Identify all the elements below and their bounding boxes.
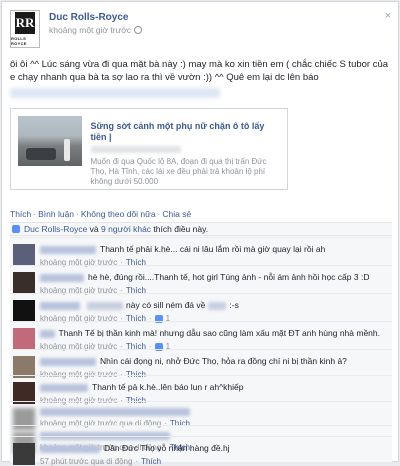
news-feed-story: × RR ROLLS ROYCE Duc Rolls-Royce khoảng …	[1, 1, 399, 466]
person-shape	[63, 139, 70, 161]
globe-icon	[134, 26, 143, 34]
redacted-comment	[40, 408, 190, 416]
comment: Thanh Tế bị thần kinh mà! nhưng dẫu sao …	[10, 321, 392, 351]
comment: Thanh tế phải k.hè... cái ni lâu lắm rồi…	[10, 237, 392, 267]
redacted-name[interactable]	[40, 383, 88, 392]
commenter-avatar[interactable]	[13, 443, 35, 465]
comment: Dân Đức Thọ vỗ nhận hàng đề.hj 57 phút t…	[10, 436, 392, 466]
comment-action[interactable]: Bình luận	[38, 209, 74, 219]
likes-author[interactable]: Duc Rolls-Royce	[24, 224, 87, 234]
logo-monogram: RR	[15, 12, 35, 34]
redacted-name[interactable]	[40, 301, 80, 310]
share-action[interactable]: Chia sẻ	[162, 209, 191, 219]
comment-text: Thanh Tế bị thần kinh mà! nhưng dẫu sao …	[58, 328, 381, 338]
separator: ·	[33, 209, 37, 219]
comment-text: Thanh tế pả k.hè..lên báo lun r ah^khiếp	[92, 382, 244, 392]
redacted-link[interactable]	[10, 88, 220, 98]
redacted-name[interactable]	[40, 329, 55, 338]
comment-time[interactable]: 57 phút trước qua di động	[40, 457, 132, 466]
car-shape	[26, 148, 56, 160]
unfollow-action[interactable]: Không theo dõi nữa	[81, 209, 156, 219]
redacted-name[interactable]	[40, 273, 84, 282]
redacted-name[interactable]	[40, 357, 96, 366]
comment-like-button[interactable]: Thích	[141, 457, 161, 466]
comment: hè hè, đúng rồi....Thanh tế, hot girl Tú…	[10, 265, 392, 295]
close-icon[interactable]: ×	[385, 11, 391, 22]
separator: ·	[76, 209, 79, 219]
rolls-royce-logo[interactable]: RR ROLLS ROYCE	[10, 10, 40, 48]
post-text: ôi ôi ^^ Lúc sáng vừa đi qua mặt bà này …	[10, 59, 389, 83]
story-actions: Thích · Bình luận · Không theo dõi nữa ·…	[10, 209, 191, 219]
redacted-tag[interactable]	[87, 301, 123, 310]
shared-link-card[interactable]: Sững sờt cảnh một phụ nữ chặn ô tô lấy t…	[10, 108, 288, 190]
story-header: RR ROLLS ROYCE Duc Rolls-Royce khoảng mộ…	[10, 10, 143, 48]
commenter-avatar[interactable]	[13, 244, 35, 266]
commenter-avatar[interactable]	[13, 328, 35, 350]
like-action[interactable]: Thích	[10, 209, 31, 219]
comment-text: này có sill ném đá về	[126, 300, 206, 310]
link-description: Muốn đi qua Quốc lộ 8A, đoạn đi qua thị …	[90, 157, 267, 186]
thumbs-up-icon	[12, 225, 20, 233]
author-name[interactable]: Duc Rolls-Royce	[49, 12, 142, 23]
post-time[interactable]: khoảng một giờ trước	[49, 25, 131, 35]
comment-text: hè hè, đúng rồi....Thanh tế, hot girl Tú…	[88, 272, 370, 282]
redacted-name[interactable]	[40, 245, 96, 254]
logo-wordmark: ROLLS ROYCE	[11, 36, 27, 46]
separator: ·	[157, 209, 161, 219]
commenter-avatar[interactable]	[13, 272, 35, 294]
post-meta: khoảng một giờ trước	[49, 25, 143, 35]
comment-text-end: :-s	[229, 300, 239, 310]
likes-summary: Duc Rolls-Royce và 9 người khác thích đi…	[10, 223, 392, 236]
comment: này có sill ném đá về:-s khoảng một giờ …	[10, 293, 392, 323]
comment-text: Dân Đức Thọ vỗ nhận hàng đề.hj	[104, 443, 230, 453]
redacted-name[interactable]	[40, 444, 100, 453]
link-title[interactable]: Sững sờt cảnh một phụ nữ chặn ô tô lấy t…	[91, 121, 282, 143]
redacted-tag[interactable]	[208, 301, 227, 310]
comment-text: Thanh tế phải k.hè... cái ni lâu lắm rồi…	[100, 244, 326, 254]
link-thumbnail[interactable]	[18, 116, 82, 166]
commenter-avatar[interactable]	[13, 300, 35, 322]
likes-others[interactable]: 9 người khác	[101, 224, 151, 234]
redacted-link-url	[90, 146, 181, 153]
feedback-area: Duc Rolls-Royce và 9 người khác thích đi…	[10, 222, 392, 462]
comment-text: Nhìn cái đọng ni, nhở Đức Thọ, hỏa ra đồ…	[100, 356, 347, 366]
